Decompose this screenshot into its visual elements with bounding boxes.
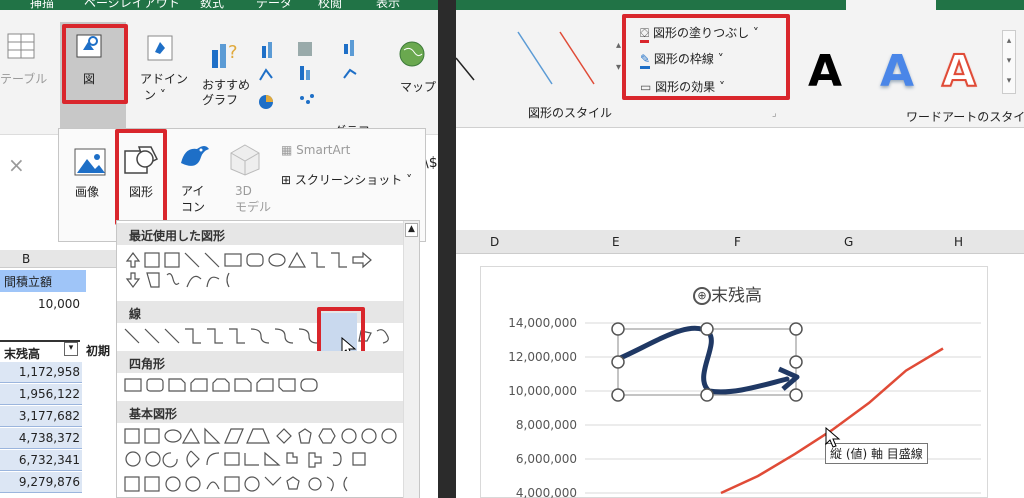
highlight-figure-button [62, 24, 128, 104]
table-header-initial[interactable]: 初期 [84, 342, 110, 359]
tab-formulas[interactable]: 数式 [200, 0, 224, 10]
drawn-curve-arrow[interactable] [615, 325, 790, 395]
image-button-label[interactable]: 画像 [75, 183, 99, 200]
table-icon [4, 30, 38, 62]
recent-shapes-row[interactable] [121, 249, 405, 295]
3d-model-icon [227, 141, 263, 177]
image-icon [73, 145, 107, 179]
rectangles-row[interactable] [121, 375, 405, 397]
icons-bird-icon [175, 139, 213, 179]
left-screenshot-panel: 挿描 ページレイアウト 数式 データ 校閲 表示 テーブル 図 アドイン ン ˅… [0, 0, 438, 498]
filter-dropdown-icon[interactable]: ▾ [64, 342, 78, 356]
resize-handle[interactable] [611, 322, 625, 336]
column-header-e[interactable]: E [612, 235, 620, 249]
column-header-f[interactable]: F [734, 235, 741, 249]
panel-divider [438, 0, 456, 498]
icons-button-label[interactable]: アイ コン [181, 183, 205, 215]
y-tick-label: 12,000,000 [508, 350, 577, 364]
balance-cell[interactable]: 1,172,958 [0, 362, 82, 383]
table-button-label[interactable]: テーブル [0, 70, 47, 87]
column-header-b[interactable]: B [22, 252, 30, 266]
tab-shape-format[interactable] [846, 0, 936, 10]
svg-text:▾: ▾ [616, 62, 621, 73]
recommended-charts-icon: ? [210, 38, 240, 74]
svg-text:▴: ▴ [616, 40, 621, 51]
balance-cell[interactable]: 6,732,341 [0, 450, 82, 471]
tab-draw[interactable]: 挿描 [30, 0, 54, 10]
wordart-style-black[interactable]: A [808, 46, 842, 97]
y-tick-label: 6,000,000 [516, 452, 577, 466]
highlight-shape-format-buttons [622, 14, 790, 100]
cell-value-monthly[interactable]: 10,000 [0, 294, 80, 311]
addin-button-label[interactable]: アドイン [140, 70, 188, 87]
addin-icon [146, 34, 174, 62]
worksheet-area: B 間積立額 10,000 末残高 ▾ 初期 1,172,958 1,956,12… [0, 250, 116, 498]
map-globe-icon [398, 40, 428, 70]
wordart-style-blue[interactable]: A [880, 46, 914, 97]
resize-handle[interactable] [700, 322, 714, 336]
basic-shapes-rows[interactable] [121, 425, 405, 497]
wordart-style-red-outline[interactable]: A [941, 45, 977, 98]
ribbon-insert: テーブル 図 アドイン ン ˅ ? おすすめ グラフ マップ [0, 10, 438, 138]
scroll-up-icon[interactable]: ▲ [405, 223, 418, 237]
balance-cell[interactable]: 9,279,876 [0, 472, 82, 493]
shapes-dropdown: 最近使用した図形 線 四角形 基本図形 ▲ [116, 220, 420, 498]
ribbon-tab-strip: 挿描 ページレイアウト 数式 データ 校閲 表示 [0, 0, 438, 10]
shape-style-gallery[interactable]: ▴ ▾ [456, 18, 624, 88]
shape-format-ribbon: ▴ ▾ 図形のスタイル ⌟ ⛋ 図形の塗りつぶし ˅ ✎ 図形の枠線 ˅ ▭ 図… [456, 10, 1024, 128]
wordart-group-label: ワードアートのスタイル [906, 110, 1024, 124]
recent-shapes-heading: 最近使用した図形 [117, 223, 403, 245]
chart-area[interactable]: ⊕ 末残高 14,000,000 12,000,000 10,000,000 8,000… [480, 266, 988, 498]
dialog-launcher-icon[interactable]: ⌟ [772, 108, 777, 119]
column-header-row [0, 250, 116, 268]
balance-cell[interactable]: 1,956,122 [0, 384, 82, 405]
tab-view[interactable]: 表示 [376, 0, 400, 10]
3d-model-button-label: 3D モデル [235, 184, 272, 214]
right-screenshot-panel: ▴ ▾ 図形のスタイル ⌟ ⛋ 図形の塗りつぶし ˅ ✎ 図形の枠線 ˅ ▭ 図… [456, 0, 1024, 498]
addin-chevron-icon: ン ˅ [144, 88, 166, 102]
chart-mouse-cursor-icon [825, 426, 841, 452]
dropdown-scrollbar[interactable]: ▲ [403, 221, 419, 498]
resize-handle[interactable] [789, 355, 803, 369]
recommended-charts-label[interactable]: おすすめ グラフ [202, 78, 250, 108]
cell-header-interval[interactable]: 間積立額 [0, 270, 86, 292]
y-tick-label: 4,000,000 [516, 486, 577, 498]
column-header-g[interactable]: G [844, 235, 853, 249]
map-button-label[interactable]: マップ [400, 78, 436, 95]
chart-type-gallery[interactable] [258, 40, 408, 110]
cancel-formula-icon[interactable]: × [8, 153, 25, 177]
rectangles-heading: 四角形 [117, 351, 403, 373]
y-tick-label: 10,000,000 [508, 384, 577, 398]
balance-cell[interactable]: 3,177,682 [0, 406, 82, 427]
column-header-h[interactable]: H [954, 235, 963, 249]
tab-page-layout[interactable]: ページレイアウト [84, 0, 180, 10]
series-line[interactable] [720, 347, 944, 495]
basic-shapes-heading: 基本図形 [117, 401, 403, 423]
column-header-d[interactable]: D [490, 235, 499, 249]
screenshot-button[interactable]: ⊞ スクリーンショット ˅ [281, 171, 412, 188]
resize-handle[interactable] [611, 388, 625, 402]
svg-text:?: ? [228, 42, 238, 63]
column-headers: D E F G H [456, 230, 1024, 254]
smartart-button: ▦ SmartArt [281, 143, 351, 157]
screenshot-label: スクリーンショット [294, 173, 403, 187]
y-tick-label: 8,000,000 [516, 418, 577, 432]
wordart-gallery-scroll[interactable]: ▴ ▾ ▾ [1002, 30, 1016, 94]
formula-dollar-text: \$ [424, 155, 438, 171]
smartart-label: SmartArt [296, 143, 351, 157]
resize-handle[interactable] [611, 355, 625, 369]
highlight-shapes-button [115, 129, 167, 225]
resize-handle[interactable] [789, 322, 803, 336]
resize-handle[interactable] [789, 388, 803, 402]
shape-style-group-label: 図形のスタイル [528, 106, 613, 120]
resize-handle[interactable] [700, 388, 714, 402]
y-tick-label: 14,000,000 [508, 316, 577, 330]
right-ribbon-tab-strip [456, 0, 1024, 10]
tab-review[interactable]: 校閲 [318, 0, 342, 10]
tab-data[interactable]: データ [256, 0, 292, 10]
balance-cell[interactable]: 4,738,372 [0, 428, 82, 449]
